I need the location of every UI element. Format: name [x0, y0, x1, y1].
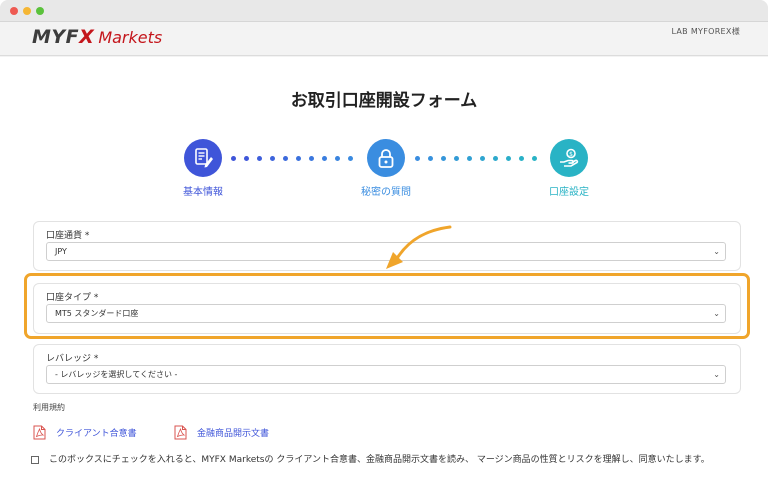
lock-icon	[378, 149, 394, 168]
hand-coin-icon: $	[560, 148, 579, 167]
step-connector-1	[231, 156, 353, 161]
svg-text:$: $	[569, 151, 573, 158]
leverage-label: レバレッジ *	[46, 354, 99, 364]
step-basic-info: 基本情報	[158, 139, 248, 198]
account-type-select[interactable]: MT5 スタンダード口座 ⌄	[46, 304, 726, 323]
consent-row: このボックスにチェックを入れると、MYFX Marketsの クライアント合意書…	[31, 453, 751, 468]
step-2-label: 秘密の質問	[361, 187, 411, 198]
pdf-icon	[33, 425, 46, 440]
step-3-circle: $	[550, 139, 588, 177]
account-type-selected-value: MT5 スタンダード口座	[55, 309, 139, 318]
minimize-window-button[interactable]	[23, 7, 31, 15]
logo-text: Markets	[98, 27, 163, 47]
chevron-down-icon: ⌄	[713, 247, 720, 256]
account-name: LAB MYFOREX様	[671, 27, 740, 36]
browser-window: MYFX Markets LAB MYFOREX様 お取引口座開設フォーム 基本…	[0, 0, 768, 488]
main-content: お取引口座開設フォーム 基本情報 秘密の質問 $ 口座設定 口座通貨 * JPY…	[0, 57, 768, 488]
disclosure-document-link[interactable]: 金融商品開示文書	[174, 425, 269, 440]
step-3-label: 口座設定	[549, 187, 589, 198]
page-title: お取引口座開設フォーム	[290, 91, 478, 111]
chevron-down-icon: ⌄	[713, 370, 720, 379]
logo-mark: MYFX	[32, 26, 95, 48]
leverage-selected-value: - レバレッジを選択してください -	[55, 370, 178, 379]
site-header: MYFX Markets LAB MYFOREX様	[0, 22, 768, 56]
client-agreement-label: クライアント合意書	[56, 429, 137, 439]
pdf-icon	[174, 425, 187, 440]
account-type-field-card: 口座タイプ * MT5 スタンダード口座 ⌄	[33, 283, 741, 334]
step-connector-2	[415, 156, 537, 161]
client-agreement-link[interactable]: クライアント合意書	[33, 425, 137, 440]
leverage-field-card: レバレッジ * - レバレッジを選択してください - ⌄	[33, 344, 741, 394]
curved-arrow-icon	[386, 225, 452, 269]
document-edit-icon	[195, 148, 213, 168]
account-type-label: 口座タイプ *	[46, 293, 99, 303]
step-account-settings: $ 口座設定	[524, 139, 614, 198]
window-titlebar	[0, 0, 768, 22]
close-window-button[interactable]	[10, 7, 18, 15]
consent-text: このボックスにチェックを入れると、MYFX Marketsの クライアント合意書…	[49, 455, 710, 465]
terms-title: 利用規約	[33, 403, 65, 412]
maximize-window-button[interactable]	[36, 7, 44, 15]
myfx-markets-logo[interactable]: MYFX Markets	[32, 22, 162, 52]
chevron-down-icon: ⌄	[713, 309, 720, 318]
step-2-circle	[367, 139, 405, 177]
leverage-select[interactable]: - レバレッジを選択してください - ⌄	[46, 365, 726, 384]
consent-checkbox[interactable]	[31, 456, 39, 464]
step-1-circle	[184, 139, 222, 177]
currency-selected-value: JPY	[55, 247, 67, 256]
disclosure-document-label: 金融商品開示文書	[197, 429, 270, 439]
step-1-label: 基本情報	[183, 187, 223, 198]
step-secret-question: 秘密の質問	[341, 139, 431, 198]
